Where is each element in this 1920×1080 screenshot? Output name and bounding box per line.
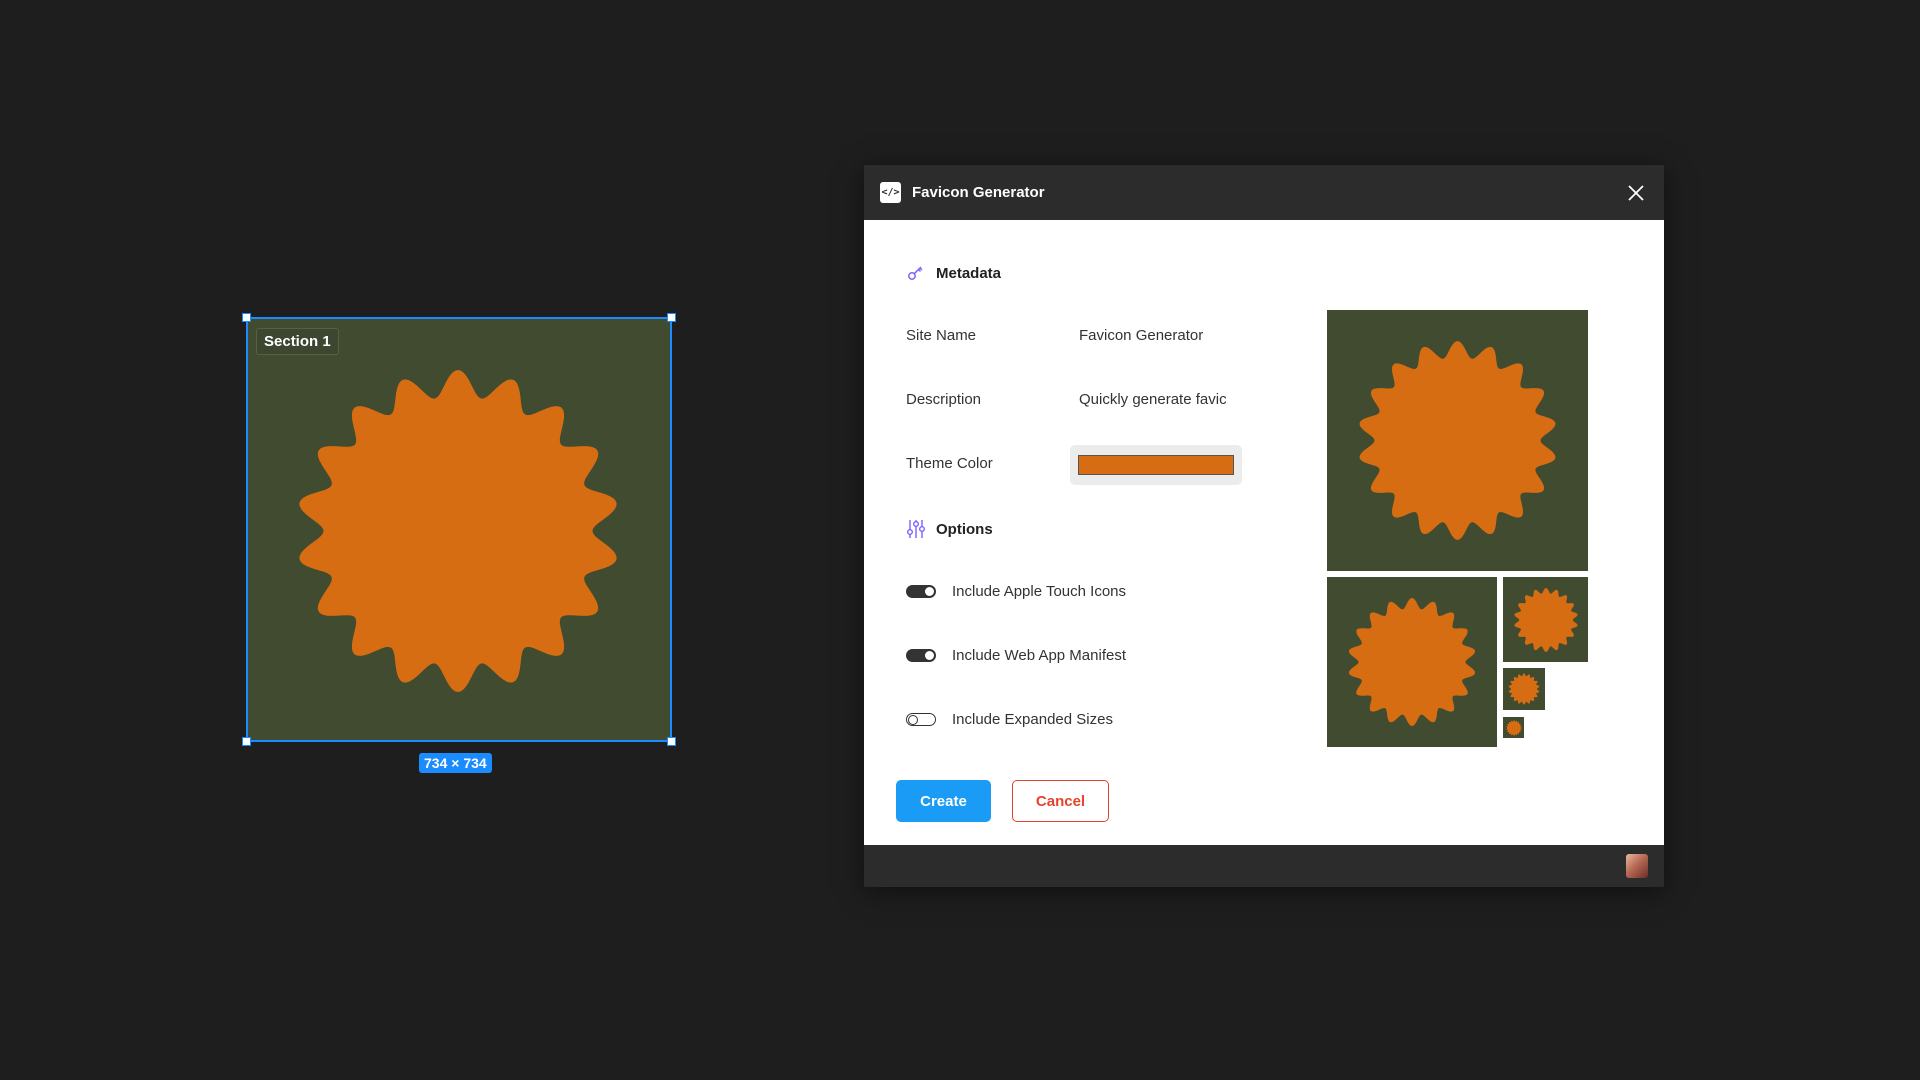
- theme-color-picker[interactable]: [1070, 445, 1242, 485]
- preview-medium-badge: [1348, 597, 1476, 727]
- toggle-web-app-manifest[interactable]: Include Web App Manifest: [906, 647, 1126, 664]
- resize-handle-top-right[interactable]: [667, 313, 676, 322]
- plugin-titlebar[interactable]: </> Favicon Generator: [864, 165, 1664, 220]
- apple-touch-icons-switch[interactable]: [906, 585, 936, 598]
- plugin-title: Favicon Generator: [912, 184, 1045, 201]
- description-input[interactable]: Quickly generate favic: [1079, 391, 1235, 408]
- badge-path: [1508, 673, 1540, 705]
- cancel-button[interactable]: Cancel: [1012, 780, 1109, 822]
- size-badge: 734 × 734: [419, 753, 492, 773]
- resize-handle-bottom-right[interactable]: [667, 737, 676, 746]
- close-icon[interactable]: [1626, 183, 1646, 203]
- avatar[interactable]: [1626, 854, 1648, 878]
- preview-medium: [1327, 577, 1497, 747]
- preview-tiny-badge: [1505, 719, 1522, 736]
- toggle-expanded-sizes[interactable]: Include Expanded Sizes: [906, 711, 1113, 728]
- options-heading: Options: [906, 518, 993, 540]
- expanded-sizes-label: Include Expanded Sizes: [952, 711, 1113, 728]
- metadata-heading: Metadata: [906, 263, 1001, 283]
- toggle-apple-touch-icons[interactable]: Include Apple Touch Icons: [906, 583, 1126, 600]
- badge-path: [1348, 597, 1476, 727]
- metadata-heading-label: Metadata: [936, 264, 1002, 282]
- frame-label[interactable]: Section 1: [256, 328, 339, 355]
- create-button[interactable]: Create: [896, 780, 991, 822]
- code-icon: </>: [880, 182, 901, 203]
- preview-xsmall-badge: [1508, 673, 1540, 705]
- preview-large: [1327, 310, 1588, 571]
- web-app-manifest-label: Include Web App Manifest: [952, 647, 1126, 664]
- expanded-sizes-switch[interactable]: [906, 713, 936, 726]
- key-icon: [908, 266, 923, 280]
- preview-large-badge: [1359, 341, 1556, 540]
- resize-handle-bottom-left[interactable]: [242, 737, 251, 746]
- sliders-icon: [907, 520, 925, 538]
- preview-small-badge: [1513, 587, 1578, 652]
- preview-xsmall: [1503, 668, 1545, 710]
- canvas-frame[interactable]: Section 1: [242, 313, 676, 746]
- badge-path: [299, 369, 617, 693]
- site-name-input[interactable]: Favicon Generator: [1079, 327, 1235, 344]
- description-label: Description: [906, 391, 982, 408]
- theme-color-swatch: [1078, 455, 1234, 475]
- web-app-manifest-switch[interactable]: [906, 649, 936, 662]
- badge-path: [1505, 719, 1522, 736]
- resize-handle-top-left[interactable]: [242, 313, 251, 322]
- plugin-footer: [864, 845, 1664, 887]
- apple-touch-icons-label: Include Apple Touch Icons: [952, 583, 1127, 600]
- theme-color-label: Theme Color: [906, 455, 993, 472]
- options-heading-label: Options: [936, 520, 993, 538]
- plugin-window: </> Favicon Generator Metadata Site Name…: [864, 165, 1664, 887]
- preview-tiny: [1503, 717, 1524, 738]
- site-name-label: Site Name: [906, 327, 977, 344]
- badge-shape: [299, 369, 617, 693]
- badge-path: [1513, 587, 1578, 652]
- plugin-content: Metadata Site Name Favicon Generator Des…: [864, 220, 1664, 845]
- preview-small: [1503, 577, 1588, 662]
- badge-path: [1359, 341, 1556, 540]
